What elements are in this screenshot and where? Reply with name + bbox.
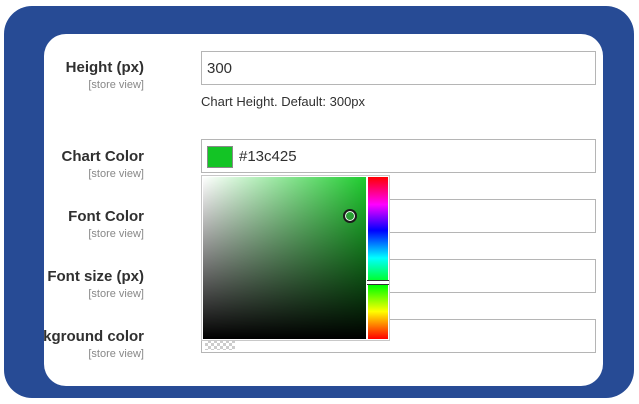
hue-slider[interactable]: [367, 177, 389, 339]
chart-color-input[interactable]: #13c425: [201, 139, 596, 173]
color-picker-popup: [201, 175, 390, 341]
chart-color-label: Chart Color: [61, 148, 145, 165]
font-size-label-group: Font size (px) [store view]: [44, 268, 144, 301]
font-size-scope: [store view]: [88, 288, 144, 300]
height-label: Height (px): [65, 59, 144, 76]
font-color-scope: [store view]: [88, 228, 144, 240]
font-size-label: Font size (px): [47, 268, 144, 285]
height-note: Chart Height. Default: 300px: [201, 94, 366, 109]
hue-slider-handle[interactable]: [367, 280, 389, 285]
background-color-scope: [store view]: [88, 348, 144, 360]
transparency-checker-icon: [205, 340, 235, 350]
height-label-group: Height (px) [store view]: [44, 59, 144, 92]
color-picker-handle[interactable]: [343, 209, 357, 223]
height-scope: [store view]: [88, 79, 144, 91]
font-color-label: Font Color: [68, 208, 144, 225]
settings-panel: Height (px) [store view] 300 Chart Heigh…: [44, 34, 603, 386]
height-input[interactable]: 300: [201, 51, 596, 85]
chart-color-scope: [store view]: [88, 168, 144, 180]
outer-frame: Height (px) [store view] 300 Chart Heigh…: [4, 6, 634, 398]
value-gradient: [203, 177, 366, 339]
height-value: 300: [207, 60, 233, 77]
chart-color-value: #13c425: [239, 148, 297, 165]
font-color-label-group: Font Color [store view]: [44, 208, 144, 241]
saturation-value-area[interactable]: [203, 177, 366, 339]
color-swatch[interactable]: [207, 146, 233, 168]
background-color-label: Background color: [44, 328, 144, 345]
chart-color-label-group: Chart Color [store view]: [44, 148, 145, 181]
background-color-label-group: Background color [store view]: [44, 328, 144, 361]
